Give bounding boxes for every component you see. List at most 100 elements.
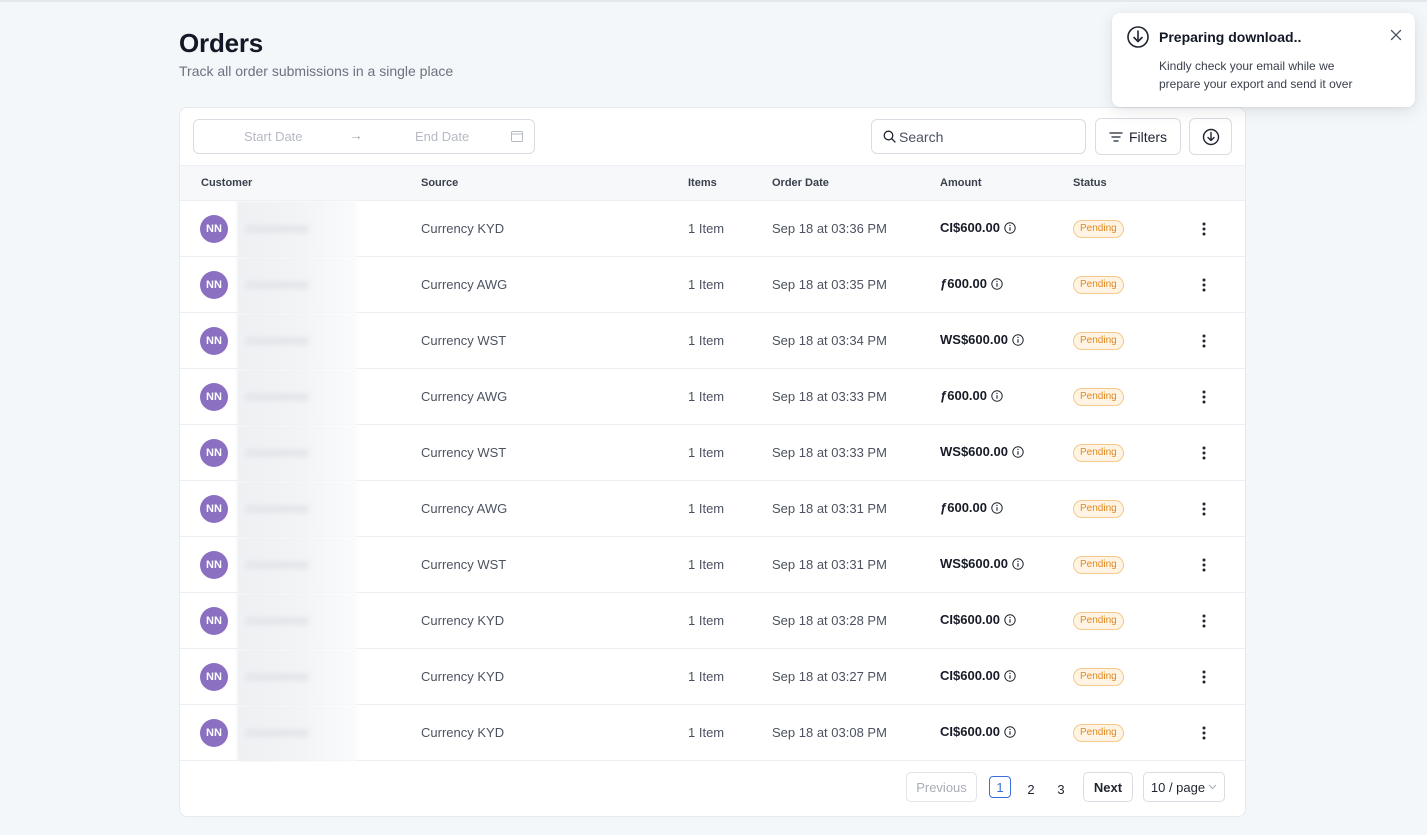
- row-actions-button[interactable]: [1192, 217, 1216, 241]
- page-1-button[interactable]: 1: [989, 776, 1011, 798]
- row-actions-button[interactable]: [1192, 329, 1216, 353]
- arrow-right-icon: →: [349, 127, 363, 143]
- amount-value: ƒ600.00: [940, 388, 987, 403]
- start-date-placeholder[interactable]: Start Date: [244, 129, 303, 144]
- end-date-placeholder[interactable]: End Date: [415, 129, 469, 144]
- status-badge: Pending: [1073, 612, 1124, 630]
- info-icon[interactable]: [991, 389, 1003, 402]
- order-items: 1 Item: [688, 221, 725, 236]
- order-items: 1 Item: [688, 613, 725, 628]
- info-icon[interactable]: [1004, 669, 1016, 682]
- page-3-button[interactable]: 3: [1050, 778, 1072, 800]
- order-items: 1 Item: [688, 333, 725, 348]
- order-amount: CI$600.00: [940, 668, 1016, 683]
- row-actions-button[interactable]: [1192, 273, 1216, 297]
- info-icon[interactable]: [1004, 221, 1016, 234]
- info-icon[interactable]: [1004, 725, 1016, 738]
- status-badge: Pending: [1073, 388, 1124, 406]
- page-title: Orders: [179, 28, 264, 58]
- table-header: Customer Source Items Order Date Amount …: [180, 165, 1245, 201]
- order-date: Sep 18 at 03:08 PM: [772, 725, 887, 740]
- info-icon[interactable]: [991, 277, 1003, 290]
- filters-button[interactable]: Filters: [1095, 118, 1181, 155]
- row-actions-button[interactable]: [1192, 497, 1216, 521]
- order-source: Currency WST: [421, 557, 507, 572]
- customer-name-redacted: [237, 313, 357, 369]
- page-header: Orders Track all order submissions in a …: [179, 28, 453, 79]
- more-vertical-icon: [1202, 446, 1206, 460]
- status-badge: Pending: [1073, 444, 1124, 462]
- table-row[interactable]: NN Currency WST 1 Item Sep 18 at 03:31 PM WS…: [180, 537, 1245, 593]
- order-amount: WS$600.00: [940, 556, 1024, 571]
- more-vertical-icon: [1202, 334, 1206, 348]
- info-icon[interactable]: [1012, 557, 1024, 570]
- info-icon[interactable]: [1012, 333, 1024, 346]
- order-date: Sep 18 at 03:36 PM: [772, 221, 887, 236]
- avatar: NN: [200, 551, 228, 579]
- pagination: Previous 1 2 3 Next 10 / page: [180, 772, 1245, 804]
- toast-message: Kindly check your email while we prepare…: [1159, 59, 1353, 91]
- order-items: 1 Item: [688, 277, 725, 292]
- info-icon[interactable]: [1004, 613, 1016, 626]
- table-row[interactable]: NN Currency KYD 1 Item Sep 18 at 03:36 PM CI…: [180, 201, 1245, 257]
- order-amount: ƒ600.00: [940, 388, 1003, 403]
- info-icon[interactable]: [1012, 445, 1024, 458]
- info-icon[interactable]: [991, 501, 1003, 514]
- page-2-button[interactable]: 2: [1020, 778, 1042, 800]
- page-subtitle: Track all order submissions in a single …: [179, 63, 454, 79]
- row-actions-button[interactable]: [1192, 385, 1216, 409]
- order-source: Currency AWG: [421, 501, 508, 516]
- order-source: Currency KYD: [421, 613, 505, 628]
- row-actions-button[interactable]: [1192, 721, 1216, 745]
- download-button[interactable]: [1189, 118, 1232, 155]
- order-source: Currency AWG: [421, 277, 508, 292]
- calendar-icon[interactable]: [511, 130, 523, 142]
- more-vertical-icon: [1202, 502, 1206, 516]
- toast-title: Preparing download..: [1159, 29, 1302, 45]
- row-actions-button[interactable]: [1192, 553, 1216, 577]
- order-amount: ƒ600.00: [940, 500, 1003, 515]
- search-input[interactable]: [899, 126, 1079, 148]
- table-row[interactable]: NN Currency WST 1 Item Sep 18 at 03:34 PM WS…: [180, 313, 1245, 369]
- page-size-select[interactable]: 10 / page: [1143, 772, 1225, 802]
- orders-card: Start Date → End Date Filters: [179, 107, 1246, 817]
- more-vertical-icon: [1202, 558, 1206, 572]
- table-row[interactable]: NN Currency WST 1 Item Sep 18 at 03:33 PM WS…: [180, 425, 1245, 481]
- amount-value: WS$600.00: [940, 444, 1008, 459]
- customer-name-redacted: [237, 649, 357, 705]
- filters-label: Filters: [1128, 128, 1168, 145]
- table-row[interactable]: NN Currency AWG 1 Item Sep 18 at 03:35 PM ƒ6…: [180, 257, 1245, 313]
- next-page-button[interactable]: Next: [1083, 772, 1133, 802]
- order-items: 1 Item: [688, 669, 725, 684]
- avatar: NN: [200, 215, 228, 243]
- table-row[interactable]: NN Currency AWG 1 Item Sep 18 at 03:31 PM ƒ6…: [180, 481, 1245, 537]
- search-box[interactable]: [871, 119, 1086, 154]
- table-row[interactable]: NN Currency AWG 1 Item Sep 18 at 03:33 PM ƒ6…: [180, 369, 1245, 425]
- table-row[interactable]: NN Currency KYD 1 Item Sep 18 at 03:08 PM CI…: [180, 705, 1245, 761]
- order-date: Sep 18 at 03:33 PM: [772, 445, 887, 460]
- avatar: NN: [200, 327, 228, 355]
- more-vertical-icon: [1202, 222, 1206, 236]
- row-actions-button[interactable]: [1192, 665, 1216, 689]
- status-badge: Pending: [1073, 556, 1124, 574]
- order-date: Sep 18 at 03:28 PM: [772, 613, 887, 628]
- table-body: NN Currency KYD 1 Item Sep 18 at 03:36 PM CI…: [180, 201, 1245, 761]
- table-row[interactable]: NN Currency KYD 1 Item Sep 18 at 03:27 PM CI…: [180, 649, 1245, 705]
- row-actions-button[interactable]: [1192, 441, 1216, 465]
- customer-name-redacted: [237, 257, 357, 313]
- amount-value: CI$600.00: [940, 668, 1000, 683]
- order-items: 1 Item: [688, 501, 725, 516]
- amount-value: CI$600.00: [940, 612, 1000, 627]
- avatar: NN: [200, 383, 228, 411]
- table-row[interactable]: NN Currency KYD 1 Item Sep 18 at 03:28 PM CI…: [180, 593, 1245, 649]
- amount-value: CI$600.00: [940, 724, 1000, 739]
- order-date: Sep 18 at 03:31 PM: [772, 501, 887, 516]
- close-icon[interactable]: [1388, 27, 1404, 43]
- date-range-picker[interactable]: Start Date → End Date: [193, 119, 535, 154]
- order-source: Currency KYD: [421, 669, 505, 684]
- previous-page-button[interactable]: Previous: [906, 772, 977, 802]
- customer-name-redacted: [237, 593, 357, 649]
- download-icon: [1127, 26, 1149, 48]
- avatar: NN: [200, 271, 228, 299]
- row-actions-button[interactable]: [1192, 609, 1216, 633]
